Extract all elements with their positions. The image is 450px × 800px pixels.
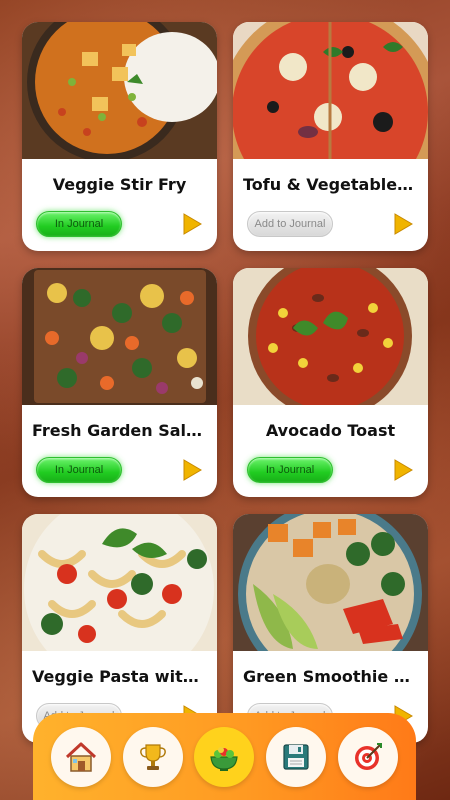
recipe-card[interactable]: Green Smoothie B... Add to Journal [233,514,428,743]
recipe-title: Veggie Stir Fry [52,175,187,194]
in-journal-button[interactable]: In Journal [247,457,333,483]
nav-home-button[interactable] [50,726,111,787]
salad-bowl-icon [210,746,239,771]
recipe-image-chili-bowl [233,268,428,405]
nav-save-button[interactable] [266,726,327,787]
recipe-image-roasted-vegetables [22,268,217,405]
play-arrow-icon[interactable] [181,212,203,236]
in-journal-button[interactable]: In Journal [36,211,122,237]
recipe-card[interactable]: Fresh Garden Salad In Journal [22,268,217,497]
recipe-title: Veggie Pasta with ... [32,667,207,686]
play-arrow-icon[interactable] [181,458,203,482]
floppy-disk-icon [283,743,309,770]
play-arrow-icon[interactable] [392,212,414,236]
recipe-image-pizza [233,22,428,159]
recipe-card[interactable]: Veggie Stir Fry In Journal [22,22,217,251]
recipe-grid: Veggie Stir Fry In Journal Tofu & Vegeta… [22,22,428,743]
recipe-title: Avocado Toast [265,421,396,440]
recipe-card[interactable]: Tofu & Vegetable ... Add to Journal [233,22,428,251]
recipe-image-buddha-bowl [233,514,428,651]
trophy-icon [139,743,166,770]
target-icon [355,742,383,770]
recipe-title: Green Smoothie B... [243,667,418,686]
bottom-navigation-bar [33,713,416,800]
nav-trophy-button[interactable] [122,726,183,787]
recipe-card[interactable]: Veggie Pasta with ... Add to Journal [22,514,217,743]
play-arrow-icon[interactable] [392,458,414,482]
recipe-image-pasta [22,514,217,651]
recipe-title: Fresh Garden Salad [32,421,207,440]
recipe-image-curry [22,22,217,159]
recipe-card[interactable]: Avocado Toast In Journal [233,268,428,497]
in-journal-button[interactable]: In Journal [36,457,122,483]
add-to-journal-button[interactable]: Add to Journal [247,211,333,237]
nav-recipes-button[interactable] [194,726,255,787]
home-icon [65,742,96,772]
nav-goals-button[interactable] [338,726,399,787]
recipe-title: Tofu & Vegetable ... [243,175,418,194]
